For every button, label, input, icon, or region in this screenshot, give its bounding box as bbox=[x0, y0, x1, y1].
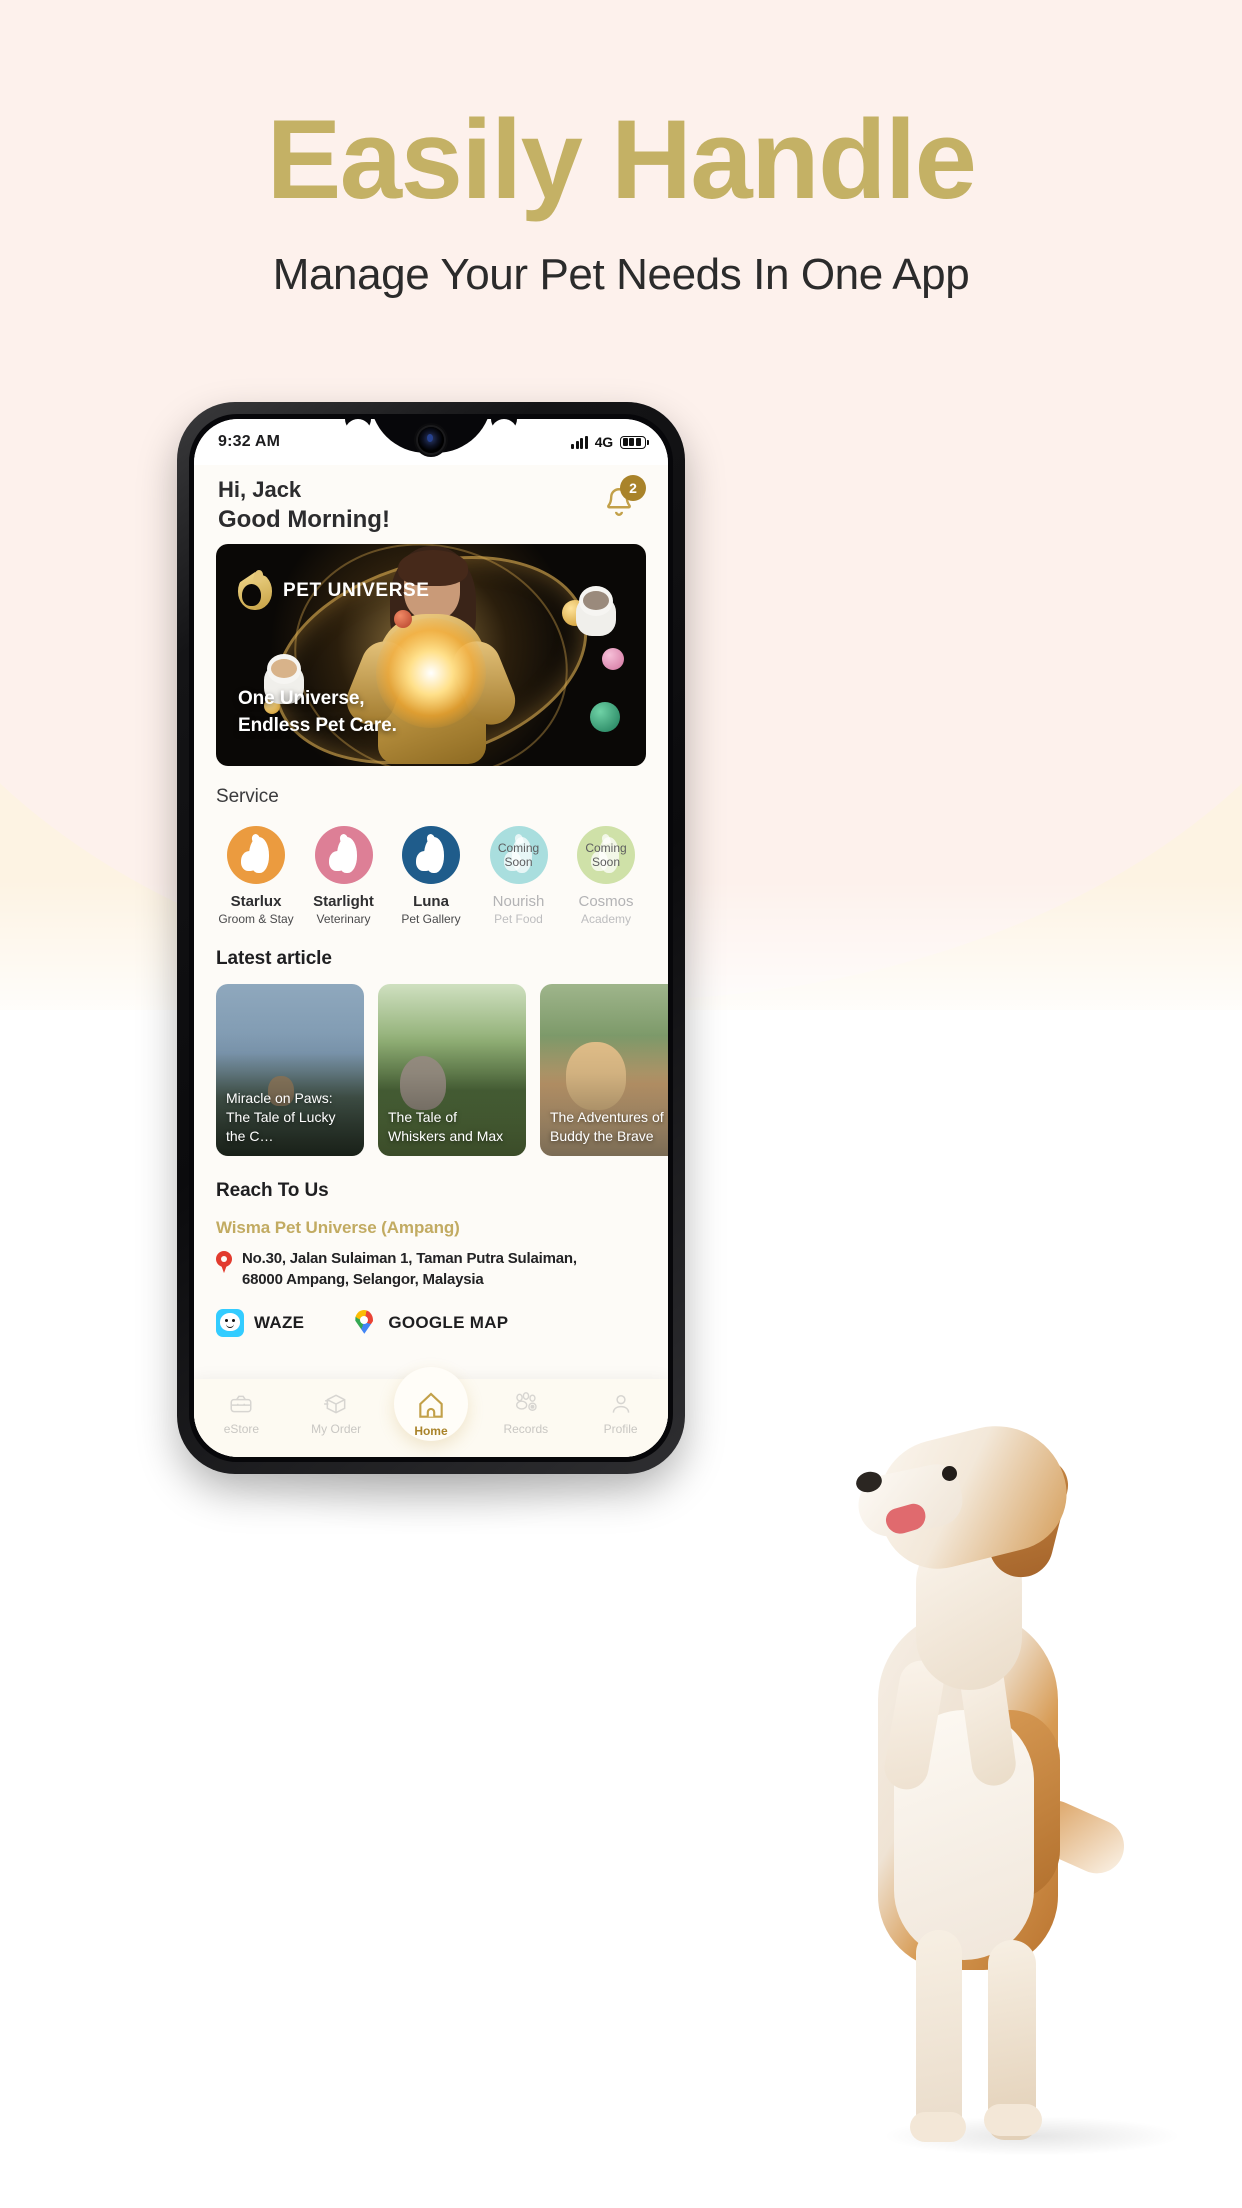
service-icon-badge bbox=[402, 826, 460, 885]
pet-carrier-icon bbox=[203, 1389, 279, 1419]
status-indicators: 4G bbox=[571, 434, 649, 450]
banner-brand-label: PET UNIVERSE bbox=[283, 580, 430, 602]
notification-button[interactable]: 2 bbox=[600, 475, 646, 523]
service-item-nourish[interactable]: Coming Soon Nourish Pet Food bbox=[479, 826, 559, 926]
service-section-title: Service bbox=[216, 786, 279, 808]
service-icon-badge: Coming Soon bbox=[489, 826, 548, 885]
service-item-name: Cosmos bbox=[578, 893, 634, 911]
package-box-icon bbox=[298, 1389, 374, 1419]
nav-label: eStore bbox=[223, 1422, 260, 1436]
branch-name: Wisma Pet Universe (Ampang) bbox=[216, 1218, 460, 1238]
service-icon-badge bbox=[227, 826, 285, 885]
hero-banner[interactable]: PET UNIVERSE One Universe, Endless Pet C… bbox=[216, 544, 646, 767]
status-time: 9:32 AM bbox=[218, 433, 281, 450]
paw-rec-icon bbox=[488, 1389, 564, 1419]
article-title: Miracle on Paws: The Tale of Lucky the C… bbox=[226, 1090, 336, 1145]
battery-icon bbox=[620, 435, 649, 449]
service-item-luna[interactable]: Luna Pet Gallery bbox=[391, 826, 471, 926]
service-item-sub: Academy bbox=[580, 912, 632, 927]
planet-pink-icon bbox=[602, 648, 624, 671]
nav-item-my-order[interactable]: My Order bbox=[298, 1389, 374, 1436]
google-map-label: GOOGLE MAP bbox=[388, 1312, 509, 1332]
promo-text-block: Easily Handle Manage Your Pet Needs In O… bbox=[0, 0, 1242, 300]
nav-item-records[interactable]: Records bbox=[488, 1389, 564, 1436]
coming-soon-label: Coming Soon bbox=[585, 840, 627, 870]
nav-item-profile[interactable]: Profile bbox=[583, 1389, 659, 1436]
service-item-sub: Groom & Stay bbox=[218, 912, 294, 927]
address-line-1: No.30, Jalan Sulaiman 1, Taman Putra Sul… bbox=[242, 1250, 577, 1268]
banner-tagline-line1: One Universe, bbox=[238, 688, 365, 710]
astronaut-cat-icon bbox=[570, 584, 622, 638]
service-item-name: Starlight bbox=[313, 893, 374, 911]
service-item-name: Starlux bbox=[230, 893, 282, 911]
service-icon-badge: Coming Soon bbox=[577, 826, 635, 885]
signal-bars-icon bbox=[571, 435, 588, 449]
address-line-2: 68000 Ampang, Selangor, Malaysia bbox=[242, 1271, 484, 1289]
waze-icon bbox=[216, 1308, 244, 1337]
status-bar: 9:32 AM 4G bbox=[194, 419, 668, 465]
app-content: Hi, Jack Good Morning! 2 PET UNIVERSE On… bbox=[194, 465, 668, 1457]
phone-frame: 9:32 AM 4G Hi, Jack Good Morning! 2 PET … bbox=[177, 402, 685, 1474]
promo-subheadline: Manage Your Pet Needs In One App bbox=[272, 250, 970, 299]
service-item-cosmos[interactable]: Coming Soon Cosmos Academy bbox=[566, 826, 646, 926]
coming-soon-label: Coming Soon bbox=[497, 840, 540, 870]
service-item-starlight[interactable]: Starlight Veterinary bbox=[304, 826, 384, 926]
nav-item-estore[interactable]: eStore bbox=[203, 1389, 279, 1436]
nav-label: Home bbox=[414, 1424, 448, 1438]
waze-label: WAZE bbox=[254, 1312, 305, 1332]
greeting-header: Hi, Jack Good Morning! 2 bbox=[194, 465, 668, 534]
article-card[interactable]: Miracle on Paws: The Tale of Lucky the C… bbox=[216, 984, 364, 1157]
banner-tagline: One Universe, Endless Pet Care. bbox=[238, 686, 397, 740]
greeting-text: Hi, Jack Good Morning! bbox=[218, 477, 390, 534]
cat-silhouette-icon bbox=[416, 837, 446, 874]
planet-green-icon bbox=[590, 702, 620, 733]
cat-silhouette-icon bbox=[328, 837, 359, 874]
phone-screen: 9:32 AM 4G Hi, Jack Good Morning! 2 PET … bbox=[194, 419, 668, 1457]
location-pin-icon bbox=[216, 1251, 232, 1274]
service-grid: Starlux Groom & Stay Starlight Veterinar… bbox=[216, 826, 646, 926]
service-section: Service Starlux Groom & Stay Starlight V… bbox=[194, 766, 668, 926]
service-item-name: Nourish bbox=[492, 893, 545, 911]
notification-badge: 2 bbox=[620, 475, 646, 501]
articles-section-title: Latest article bbox=[216, 948, 332, 970]
service-item-sub: Pet Gallery bbox=[401, 912, 461, 927]
promo-headline: Easily Handle bbox=[266, 97, 977, 222]
bottom-navigation: eStore My Order Home Records Profile bbox=[194, 1367, 668, 1457]
reach-section: Reach To Us Wisma Pet Universe (Ampang) … bbox=[194, 1156, 668, 1337]
service-icon-badge bbox=[314, 826, 373, 885]
planet-red-icon bbox=[394, 610, 412, 629]
articles-carousel[interactable]: Miracle on Paws: The Tale of Lucky the C… bbox=[216, 984, 668, 1157]
phone-bezel: 9:32 AM 4G Hi, Jack Good Morning! 2 PET … bbox=[189, 414, 673, 1462]
reach-section-title: Reach To Us bbox=[216, 1180, 329, 1202]
google-map-link[interactable]: GOOGLE MAP bbox=[350, 1309, 508, 1337]
nav-label: Profile bbox=[603, 1422, 638, 1436]
banner-brand: PET UNIVERSE bbox=[238, 569, 430, 611]
network-type-label: 4G bbox=[594, 434, 613, 450]
google-maps-icon bbox=[350, 1309, 378, 1337]
address-block: No.30, Jalan Sulaiman 1, Taman Putra Sul… bbox=[216, 1248, 646, 1291]
service-item-starlux[interactable]: Starlux Groom & Stay bbox=[216, 826, 296, 926]
nav-item-home[interactable]: Home bbox=[393, 1367, 469, 1441]
articles-section: Latest article Miracle on Paws: The Tale… bbox=[194, 926, 668, 1157]
article-title: The Tale of Whiskers and Max bbox=[388, 1109, 504, 1145]
service-item-name: Luna bbox=[413, 893, 449, 911]
nav-label: My Order bbox=[311, 1422, 362, 1436]
user-person-icon bbox=[583, 1389, 659, 1419]
nav-label: Records bbox=[503, 1422, 549, 1436]
waze-link[interactable]: WAZE bbox=[216, 1308, 305, 1337]
phone-mockup: 9:32 AM 4G Hi, Jack Good Morning! 2 PET … bbox=[177, 402, 685, 1532]
service-item-sub: Veterinary bbox=[316, 912, 371, 927]
home-icon bbox=[393, 1391, 469, 1421]
banner-tagline-line2: Endless Pet Care. bbox=[238, 715, 397, 737]
greeting-time: Good Morning! bbox=[218, 505, 390, 533]
map-links-row: WAZE GOOGLE MAP bbox=[216, 1308, 646, 1337]
article-card[interactable]: The Adventures of Buddy the Brave bbox=[540, 984, 668, 1157]
greeting-name: Hi, Jack bbox=[218, 477, 302, 502]
article-title: The Adventures of Buddy the Brave bbox=[550, 1109, 664, 1145]
cat-silhouette-icon bbox=[241, 837, 271, 874]
service-item-sub: Pet Food bbox=[494, 912, 543, 927]
jumping-beagle-dog-photo bbox=[820, 1410, 1150, 2150]
pet-universe-cat-logo-icon bbox=[238, 569, 272, 611]
article-card[interactable]: The Tale of Whiskers and Max bbox=[378, 984, 526, 1157]
